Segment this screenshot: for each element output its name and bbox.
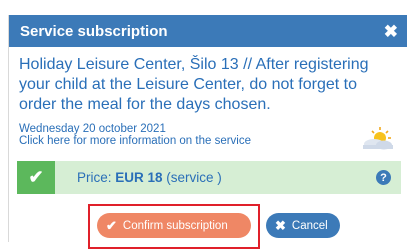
cancel-button[interactable]: ✖ Cancel [266,213,340,238]
dialog-body: Holiday Leisure Center, Šilo 13 // After… [9,47,407,151]
confirm-label: Confirm subscription [122,219,228,232]
dialog-titlebar: Service subscription ✖ [9,15,407,47]
service-date: Wednesday 20 october 2021 [19,123,166,135]
price-suffix: (service ) [162,170,222,185]
service-description: Holiday Leisure Center, Šilo 13 // After… [19,56,369,113]
sun-cloud-icon [363,127,393,150]
service-meta: Wednesday 20 october 2021 Click here for… [19,123,398,151]
subscription-dialog: Service subscription ✖ Holiday Leisure C… [8,15,407,249]
price-text: Price: EUR 18 (service ) [77,170,376,185]
more-info-link[interactable]: Click here for more information on the s… [19,135,398,147]
close-icon: ✖ [275,217,286,233]
confirm-subscription-button[interactable]: ✔ Confirm subscription [97,213,251,238]
check-icon: ✔ [106,217,117,233]
dialog-actions: ✔ Confirm subscription ✖ Cancel [9,204,407,249]
help-icon[interactable]: ? [376,170,391,185]
dialog-title: Service subscription [20,22,168,40]
close-icon[interactable]: ✖ [384,23,398,40]
price-amount: EUR 18 [115,170,163,185]
cancel-label: Cancel [291,219,328,232]
price-row: ✔ Price: EUR 18 (service ) ? [17,161,401,194]
price-label: Price: [77,170,116,185]
check-icon: ✔ [17,161,55,194]
